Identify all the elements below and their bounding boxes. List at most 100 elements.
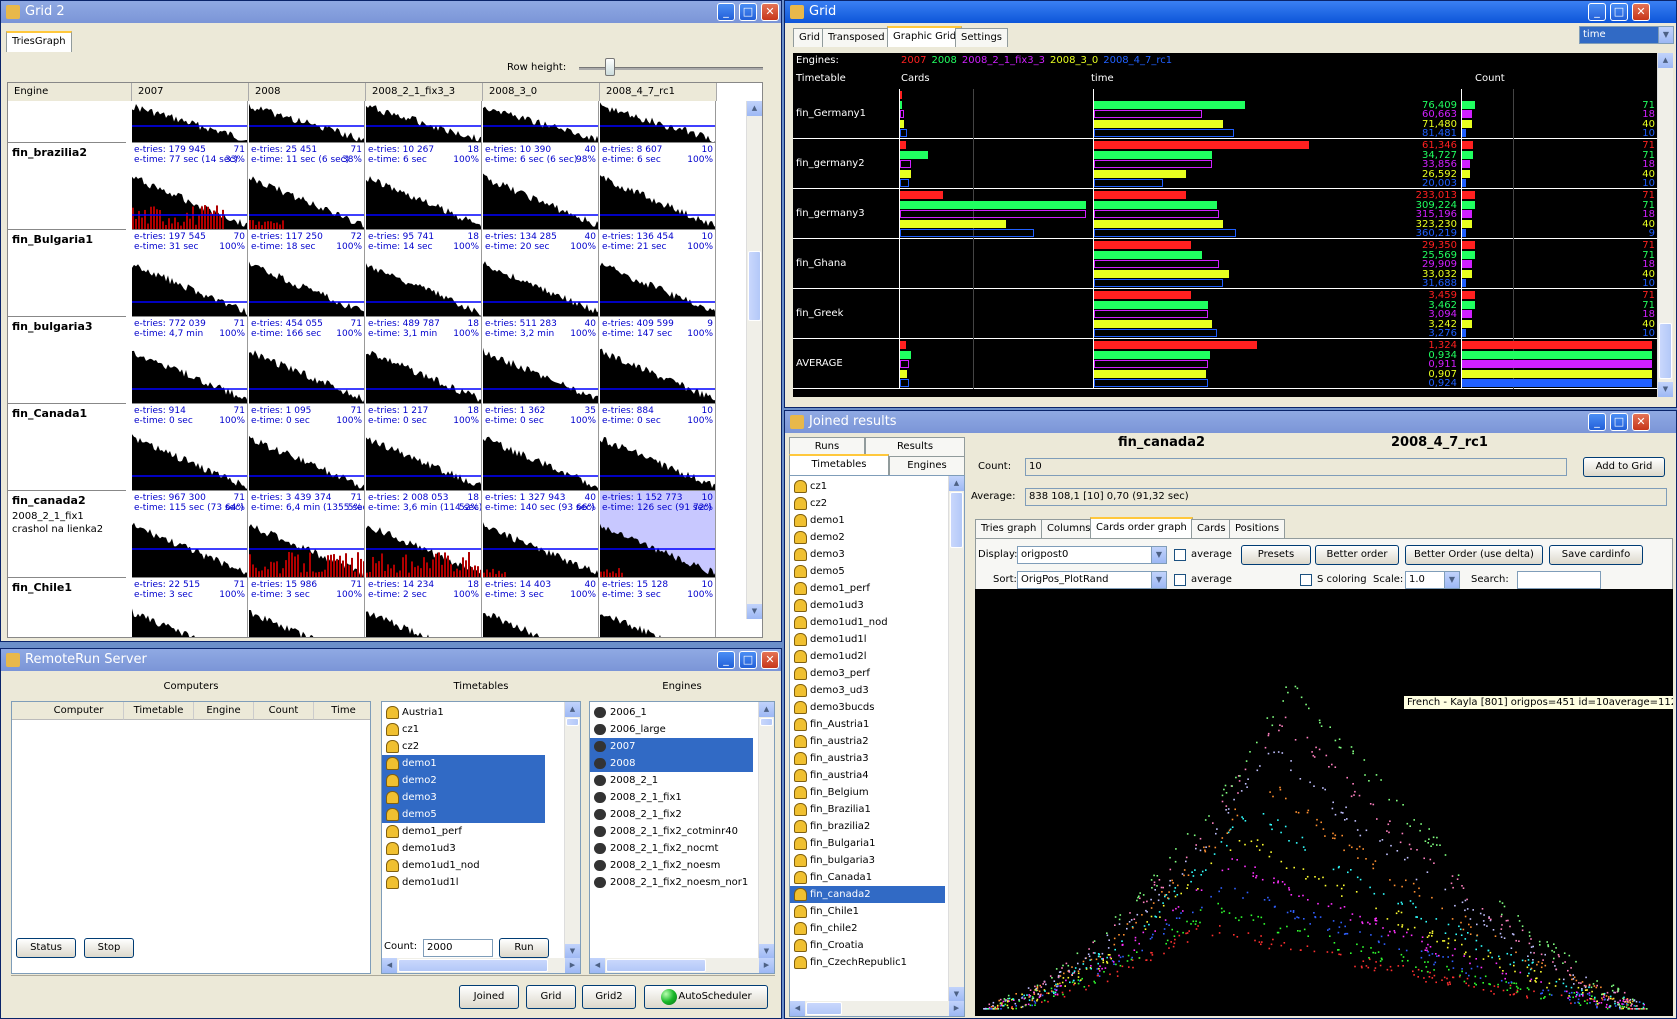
list-item[interactable]: 2006_1 xyxy=(590,704,753,721)
close-icon[interactable]: ✕ xyxy=(1632,413,1650,431)
tries-graph-cell[interactable]: e-tries: 14 234 18 e-time: 2 sec 100% xyxy=(366,578,482,637)
list-item[interactable]: demo1ud3 xyxy=(790,597,945,614)
tab-triesgraph[interactable]: TriesGraph xyxy=(6,31,72,52)
tries-graph-cell[interactable]: e-tries: 2 008 053 18 e-time: 3,6 min (114… xyxy=(366,491,482,578)
list-item[interactable]: demo1ud1l xyxy=(790,631,945,648)
tries-graph-cell[interactable]: e-tries: 15 986 71 e-time: 3 sec 100% xyxy=(249,578,365,637)
tg-row-label[interactable]: fin_Bulgaria1 xyxy=(8,230,126,317)
list-item[interactable]: fin_canada2 xyxy=(790,886,945,903)
list-item[interactable]: 2008_2_1_fix2_noesm_nor1 xyxy=(590,874,753,891)
display-select[interactable]: origpost0 ▼ xyxy=(1017,546,1167,564)
add-to-grid-button[interactable]: Add to Grid xyxy=(1583,457,1665,477)
list-item[interactable]: 2006_large xyxy=(590,721,753,738)
save-cardinfo-button[interactable]: Save cardinfo xyxy=(1549,545,1643,565)
col-header-computer[interactable]: Computer xyxy=(12,702,124,720)
search-input[interactable] xyxy=(1517,571,1601,589)
list-item[interactable]: cz2 xyxy=(790,495,945,512)
tab-tries-graph[interactable]: Tries graph xyxy=(975,519,1043,538)
list-item[interactable]: demo1_perf xyxy=(382,823,545,840)
tries-graph-cell[interactable] xyxy=(132,101,248,143)
list-item[interactable]: fin_bulgaria3 xyxy=(790,852,945,869)
list-item[interactable]: demo3 xyxy=(382,789,545,806)
tries-graph-cell[interactable]: e-tries: 10 390 40 e-time: 6 sec (6 sec) 98… xyxy=(483,143,599,230)
list-item[interactable]: fin_austria4 xyxy=(790,767,945,784)
tries-graph-cell[interactable]: e-tries: 95 741 18 e-time: 14 sec 100% xyxy=(366,230,482,317)
tg-row-label[interactable]: fin_bulgaria3 xyxy=(8,317,126,404)
grid-titlebar[interactable]: Grid _ □ ✕ xyxy=(785,1,1676,23)
tries-graph-cell[interactable]: e-tries: 25 451 71 e-time: 11 sec (6 sec) 3… xyxy=(249,143,365,230)
col-header-2[interactable]: 2008_2_1_fix3_3 xyxy=(366,83,483,101)
tries-graph-cell[interactable]: e-tries: 117 250 72 e-time: 18 sec 100% xyxy=(249,230,365,317)
computers-table[interactable]: Computer Timetable Engine Count Time xyxy=(11,701,371,974)
list-item[interactable]: demo1ud2l xyxy=(790,648,945,665)
tries-graph-cell[interactable]: e-tries: 134 285 40 e-time: 20 sec 100% xyxy=(483,230,599,317)
tries-graph-cell[interactable]: e-tries: 3 439 374 71 e-time: 6,4 min (135… xyxy=(249,491,365,578)
list-item[interactable]: demo1 xyxy=(790,512,945,529)
list-item[interactable]: demo1ud3 xyxy=(382,840,545,857)
status-button[interactable]: Status xyxy=(16,938,76,958)
tab-engines[interactable]: Engines xyxy=(889,456,965,475)
col-header-engine[interactable]: Engine xyxy=(194,702,254,720)
list-item[interactable]: demo2 xyxy=(790,529,945,546)
count-input[interactable]: 2000 xyxy=(423,939,493,957)
col-header-timetable[interactable]: Timetable xyxy=(124,702,194,720)
list-item[interactable]: fin_Bulgaria1 xyxy=(790,835,945,852)
list-item[interactable]: demo3 xyxy=(790,546,945,563)
tries-graph-cell[interactable]: e-tries: 14 403 40 e-time: 3 sec 100% xyxy=(483,578,599,637)
sort-select[interactable]: OrigPos_PlotRand ▼ xyxy=(1017,571,1167,589)
joined-timetables-list[interactable]: cz1 cz2 demo1 demo2 demo3 demo5 demo1_perf demo… xyxy=(789,475,965,1017)
minimize-icon[interactable]: _ xyxy=(717,651,735,669)
col-header-1[interactable]: 2008 xyxy=(249,83,366,101)
col-header-3[interactable]: 2008_3_0 xyxy=(483,83,600,101)
tab-cards[interactable]: Cards xyxy=(1191,519,1232,538)
col-header-time[interactable]: Time xyxy=(314,702,370,720)
tries-graph-cell[interactable] xyxy=(249,101,365,143)
tries-graph-cell[interactable]: e-tries: 1 152 773 10 e-time: 126 sec (91 … xyxy=(600,491,716,578)
list-item[interactable]: cz2 xyxy=(382,738,545,755)
col-header-0[interactable]: 2007 xyxy=(132,83,249,101)
server-engines-list[interactable]: 2006_1 2006_large 2007 2008 2008_2_1 2008_2_1… xyxy=(589,701,775,974)
list-item[interactable]: 2008_2_1_fix2 xyxy=(590,806,753,823)
list-item[interactable]: fin_austria3 xyxy=(790,750,945,767)
list-item[interactable]: fin_Austria1 xyxy=(790,716,945,733)
list-item[interactable]: 2008_2_1_fix1 xyxy=(590,789,753,806)
list-item[interactable]: demo1_perf xyxy=(790,580,945,597)
tries-graph-cell[interactable]: e-tries: 1 327 943 40 e-time: 140 sec (93 … xyxy=(483,491,599,578)
tries-graph-cell[interactable]: e-tries: 884 10 e-time: 0 sec 100% xyxy=(600,404,716,491)
list-item[interactable]: fin_Brazilia1 xyxy=(790,801,945,818)
list-item[interactable]: fin_Croatia xyxy=(790,937,945,954)
tries-graph-cell[interactable]: e-tries: 454 055 71 e-time: 166 sec 100% xyxy=(249,317,365,404)
graphic-grid-row[interactable] xyxy=(793,239,1657,289)
better-order-delta-button[interactable]: Better Order (use delta) xyxy=(1405,545,1543,565)
grid-vscroll[interactable]: ▲ ▼ xyxy=(1657,53,1673,397)
tries-graph-cell[interactable]: e-tries: 1 217 18 e-time: 0 sec 100% xyxy=(366,404,482,491)
list-item[interactable]: demo5 xyxy=(790,563,945,580)
list-item[interactable]: demo3_perf xyxy=(790,665,945,682)
list-item[interactable]: Austria1 xyxy=(382,704,545,721)
tg-row-label[interactable]: fin_canada2 2008_2_1_fix1 crashol na lienk… xyxy=(8,491,126,578)
minimize-icon[interactable]: _ xyxy=(1588,3,1606,21)
list-item[interactable]: demo1 xyxy=(382,755,545,772)
list-item[interactable]: fin_brazilia2 xyxy=(790,818,945,835)
close-icon[interactable]: ✕ xyxy=(1632,3,1650,21)
scale-select[interactable]: 1.0 ▼ xyxy=(1405,571,1460,589)
list-item[interactable]: fin_chile2 xyxy=(790,920,945,937)
tab-timetables[interactable]: Timetables xyxy=(789,454,889,475)
close-icon[interactable]: ✕ xyxy=(761,651,779,669)
list-item[interactable]: 2007 xyxy=(590,738,753,755)
s-coloring-checkbox[interactable] xyxy=(1300,574,1312,586)
tries-graph-cell[interactable]: e-tries: 1 095 71 e-time: 0 sec 100% xyxy=(249,404,365,491)
list-item[interactable]: 2008_2_1_fix2_nocmt xyxy=(590,840,753,857)
list-item[interactable]: fin_Chile1 xyxy=(790,903,945,920)
tries-graph-cell[interactable]: e-tries: 511 283 40 e-time: 3,2 min 100% xyxy=(483,317,599,404)
metric-select[interactable]: time ▼ xyxy=(1579,26,1674,44)
list-item[interactable]: demo3_ud3 xyxy=(790,682,945,699)
list-item[interactable]: demo1ud1l xyxy=(382,874,545,891)
tries-graph-cell[interactable] xyxy=(483,101,599,143)
list-item[interactable]: 2008 xyxy=(590,755,753,772)
list-item[interactable]: fin_CzechRepublic1 xyxy=(790,954,945,971)
tries-graph-cell[interactable]: e-tries: 179 945 71 e-time: 77 sec (14 sec… xyxy=(132,143,248,230)
minimize-icon[interactable]: _ xyxy=(1588,413,1606,431)
autoscheduler-button[interactable]: AutoScheduler xyxy=(644,985,768,1009)
col-header-count[interactable]: Count xyxy=(254,702,314,720)
